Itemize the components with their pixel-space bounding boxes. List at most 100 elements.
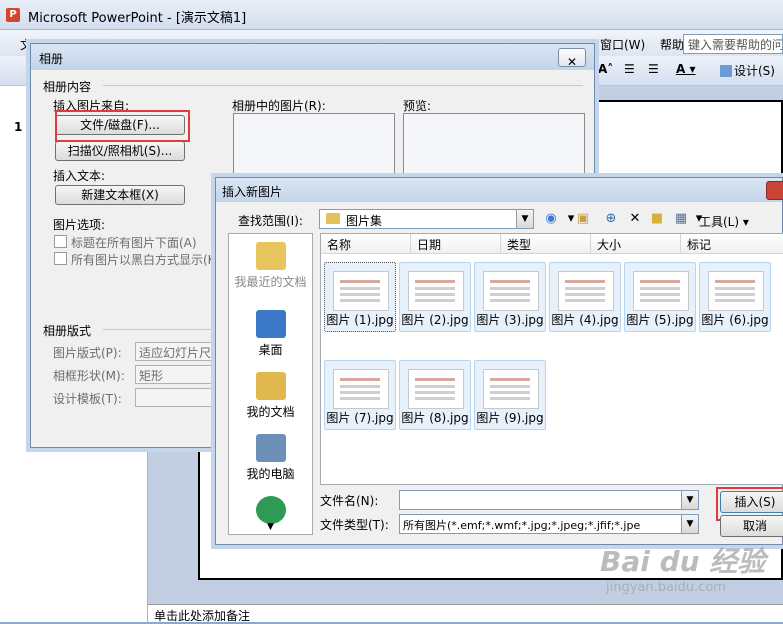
- file-item[interactable]: 图片 (9).jpg: [474, 360, 546, 430]
- recent-documents-icon: [255, 242, 286, 270]
- indent-icon[interactable]: ☰: [648, 62, 659, 80]
- align-icon[interactable]: ☰: [624, 62, 635, 80]
- filetype-value: 所有图片(*.emf;*.wmf;*.jpg;*.jpeg;*.jfif;*.j…: [403, 519, 641, 532]
- views-icon[interactable]: ▦: [672, 211, 690, 227]
- divider: [103, 85, 583, 86]
- desktop-icon: [255, 310, 286, 338]
- font-color-icon[interactable]: A ▾: [676, 62, 696, 80]
- places-bar: 我最近的文档 桌面 我的文档 我的电脑 ▼: [228, 233, 313, 535]
- filetype-label: 文件类型(T):: [320, 518, 389, 532]
- powerpoint-logo-icon: P: [6, 8, 20, 22]
- image-thumbnail: [333, 271, 389, 311]
- checkbox-box: [54, 252, 67, 265]
- album-close-button[interactable]: ✕: [558, 48, 586, 69]
- chevron-down-icon[interactable]: ▼: [681, 515, 698, 533]
- captions-checkbox[interactable]: 标题在所有图片下面(A): [54, 234, 197, 251]
- insert-title-bar: 插入新图片: [216, 178, 783, 202]
- chevron-down-icon[interactable]: ▼: [681, 491, 698, 509]
- tools-menu[interactable]: 工具(L) ▾: [699, 213, 749, 230]
- design-template-field[interactable]: [135, 388, 215, 407]
- preview-label: 预览:: [403, 99, 432, 113]
- insert-dialog-title: 插入新图片: [222, 185, 283, 199]
- new-textbox-button[interactable]: 新建文本框(X): [55, 185, 185, 205]
- image-thumbnail: [408, 369, 464, 409]
- column-header-date[interactable]: 日期: [411, 234, 501, 254]
- column-header-tags[interactable]: 标记: [681, 234, 783, 254]
- frame-shape-select[interactable]: 矩形: [135, 365, 215, 384]
- picture-layout-label: 图片版式(P):: [53, 346, 122, 360]
- picture-options-label: 图片选项:: [53, 218, 106, 232]
- frame-shape-label: 相框形状(M):: [53, 369, 125, 383]
- column-header-size[interactable]: 大小: [591, 234, 681, 254]
- file-list: 名称 日期 类型 大小 标记 图片 (1).jpg 图片 (2).jpg 图片 …: [320, 233, 783, 485]
- black-white-checkbox[interactable]: 所有图片以黑白方式显示(K): [54, 251, 214, 268]
- image-thumbnail: [483, 271, 539, 311]
- highlight-box: [55, 110, 190, 142]
- image-thumbnail: [633, 271, 689, 311]
- watermark-brand: Bai du 经验: [600, 545, 766, 578]
- my-computer-icon: [255, 434, 286, 462]
- place-my-documents[interactable]: 我的文档: [229, 372, 312, 420]
- file-item[interactable]: 图片 (5).jpg: [624, 262, 696, 332]
- filename-label: 文件名(N):: [320, 494, 379, 508]
- pictures-in-album-list[interactable]: [233, 113, 395, 185]
- place-my-computer[interactable]: 我的电脑: [229, 434, 312, 482]
- divider: [103, 329, 215, 330]
- chevron-down-icon[interactable]: ▼: [516, 210, 533, 228]
- file-item[interactable]: 图片 (2).jpg: [399, 262, 471, 332]
- album-title-bar: 相册 ✕: [31, 44, 594, 70]
- pictures-in-album-label: 相册中的图片(R):: [232, 99, 326, 113]
- file-item[interactable]: 图片 (3).jpg: [474, 262, 546, 332]
- slide-number: 1: [14, 120, 23, 134]
- cancel-button[interactable]: 取消: [720, 515, 783, 537]
- design-button[interactable]: 设计(S): [720, 62, 775, 80]
- picture-layout-select[interactable]: 适应幻灯片尺寸: [135, 342, 215, 361]
- watermark-url: jingyan.baidu.com: [606, 580, 726, 595]
- folder-icon: [326, 213, 340, 224]
- look-in-select[interactable]: 图片集 ▼: [319, 209, 534, 229]
- file-item[interactable]: 图片 (6).jpg: [699, 262, 771, 332]
- album-layout-section: 相册版式: [43, 324, 92, 338]
- insert-picture-dialog: 插入新图片 查找范围(I): 图片集 ▼ ◉ ▾ ▣ ⊕ ✕ ■ ▦ ▾ 工具(…: [215, 177, 783, 545]
- search-web-icon[interactable]: ⊕: [602, 211, 620, 227]
- menu-window[interactable]: 窗口(W): [600, 36, 645, 53]
- scanner-camera-button[interactable]: 扫描仪/照相机(S)...: [55, 141, 185, 161]
- new-folder-icon[interactable]: ■: [648, 211, 666, 227]
- font-size-grow-icon[interactable]: A˄: [598, 62, 613, 80]
- file-item[interactable]: 图片 (8).jpg: [399, 360, 471, 430]
- close-icon: ✕: [567, 55, 578, 69]
- scroll-down-icon[interactable]: ▼: [229, 522, 312, 532]
- app-title-bar: P Microsoft PowerPoint - [演示文稿1]: [0, 0, 783, 30]
- baidu-watermark: Bai du 经验 jingyan.baidu.com: [600, 540, 780, 620]
- insert-close-button[interactable]: [766, 181, 783, 200]
- image-thumbnail: [408, 271, 464, 311]
- back-icon[interactable]: ◉: [542, 211, 560, 227]
- image-thumbnail: [483, 369, 539, 409]
- file-item[interactable]: 图片 (7).jpg: [324, 360, 396, 430]
- column-header-type[interactable]: 类型: [501, 234, 591, 254]
- delete-icon[interactable]: ✕: [626, 211, 644, 227]
- file-item[interactable]: 图片 (4).jpg: [549, 262, 621, 332]
- insert-text-label: 插入文本:: [53, 169, 106, 183]
- image-thumbnail: [708, 271, 764, 311]
- checkbox-box: [54, 235, 67, 248]
- place-recent[interactable]: 我最近的文档: [229, 242, 312, 290]
- look-in-value: 图片集: [346, 214, 383, 228]
- image-thumbnail: [333, 369, 389, 409]
- image-thumbnail: [558, 271, 614, 311]
- file-item[interactable]: 图片 (1).jpg: [324, 262, 396, 332]
- app-title: Microsoft PowerPoint - [演示文稿1]: [28, 11, 247, 26]
- design-icon: [720, 65, 732, 77]
- preview-box: [403, 113, 585, 185]
- album-content-section: 相册内容: [43, 80, 92, 94]
- my-documents-icon: [255, 372, 286, 400]
- album-title: 相册: [39, 52, 64, 66]
- place-desktop[interactable]: 桌面: [229, 310, 312, 358]
- design-template-label: 设计模板(T):: [53, 392, 122, 406]
- filetype-select[interactable]: 所有图片(*.emf;*.wmf;*.jpg;*.jpeg;*.jfif;*.j…: [399, 514, 699, 534]
- help-search-input[interactable]: 键入需要帮助的问: [683, 34, 783, 54]
- filename-input[interactable]: ▼: [399, 490, 699, 510]
- column-header-name[interactable]: 名称: [321, 234, 411, 254]
- up-folder-icon[interactable]: ▣: [574, 211, 592, 227]
- network-globe-icon: [255, 496, 286, 524]
